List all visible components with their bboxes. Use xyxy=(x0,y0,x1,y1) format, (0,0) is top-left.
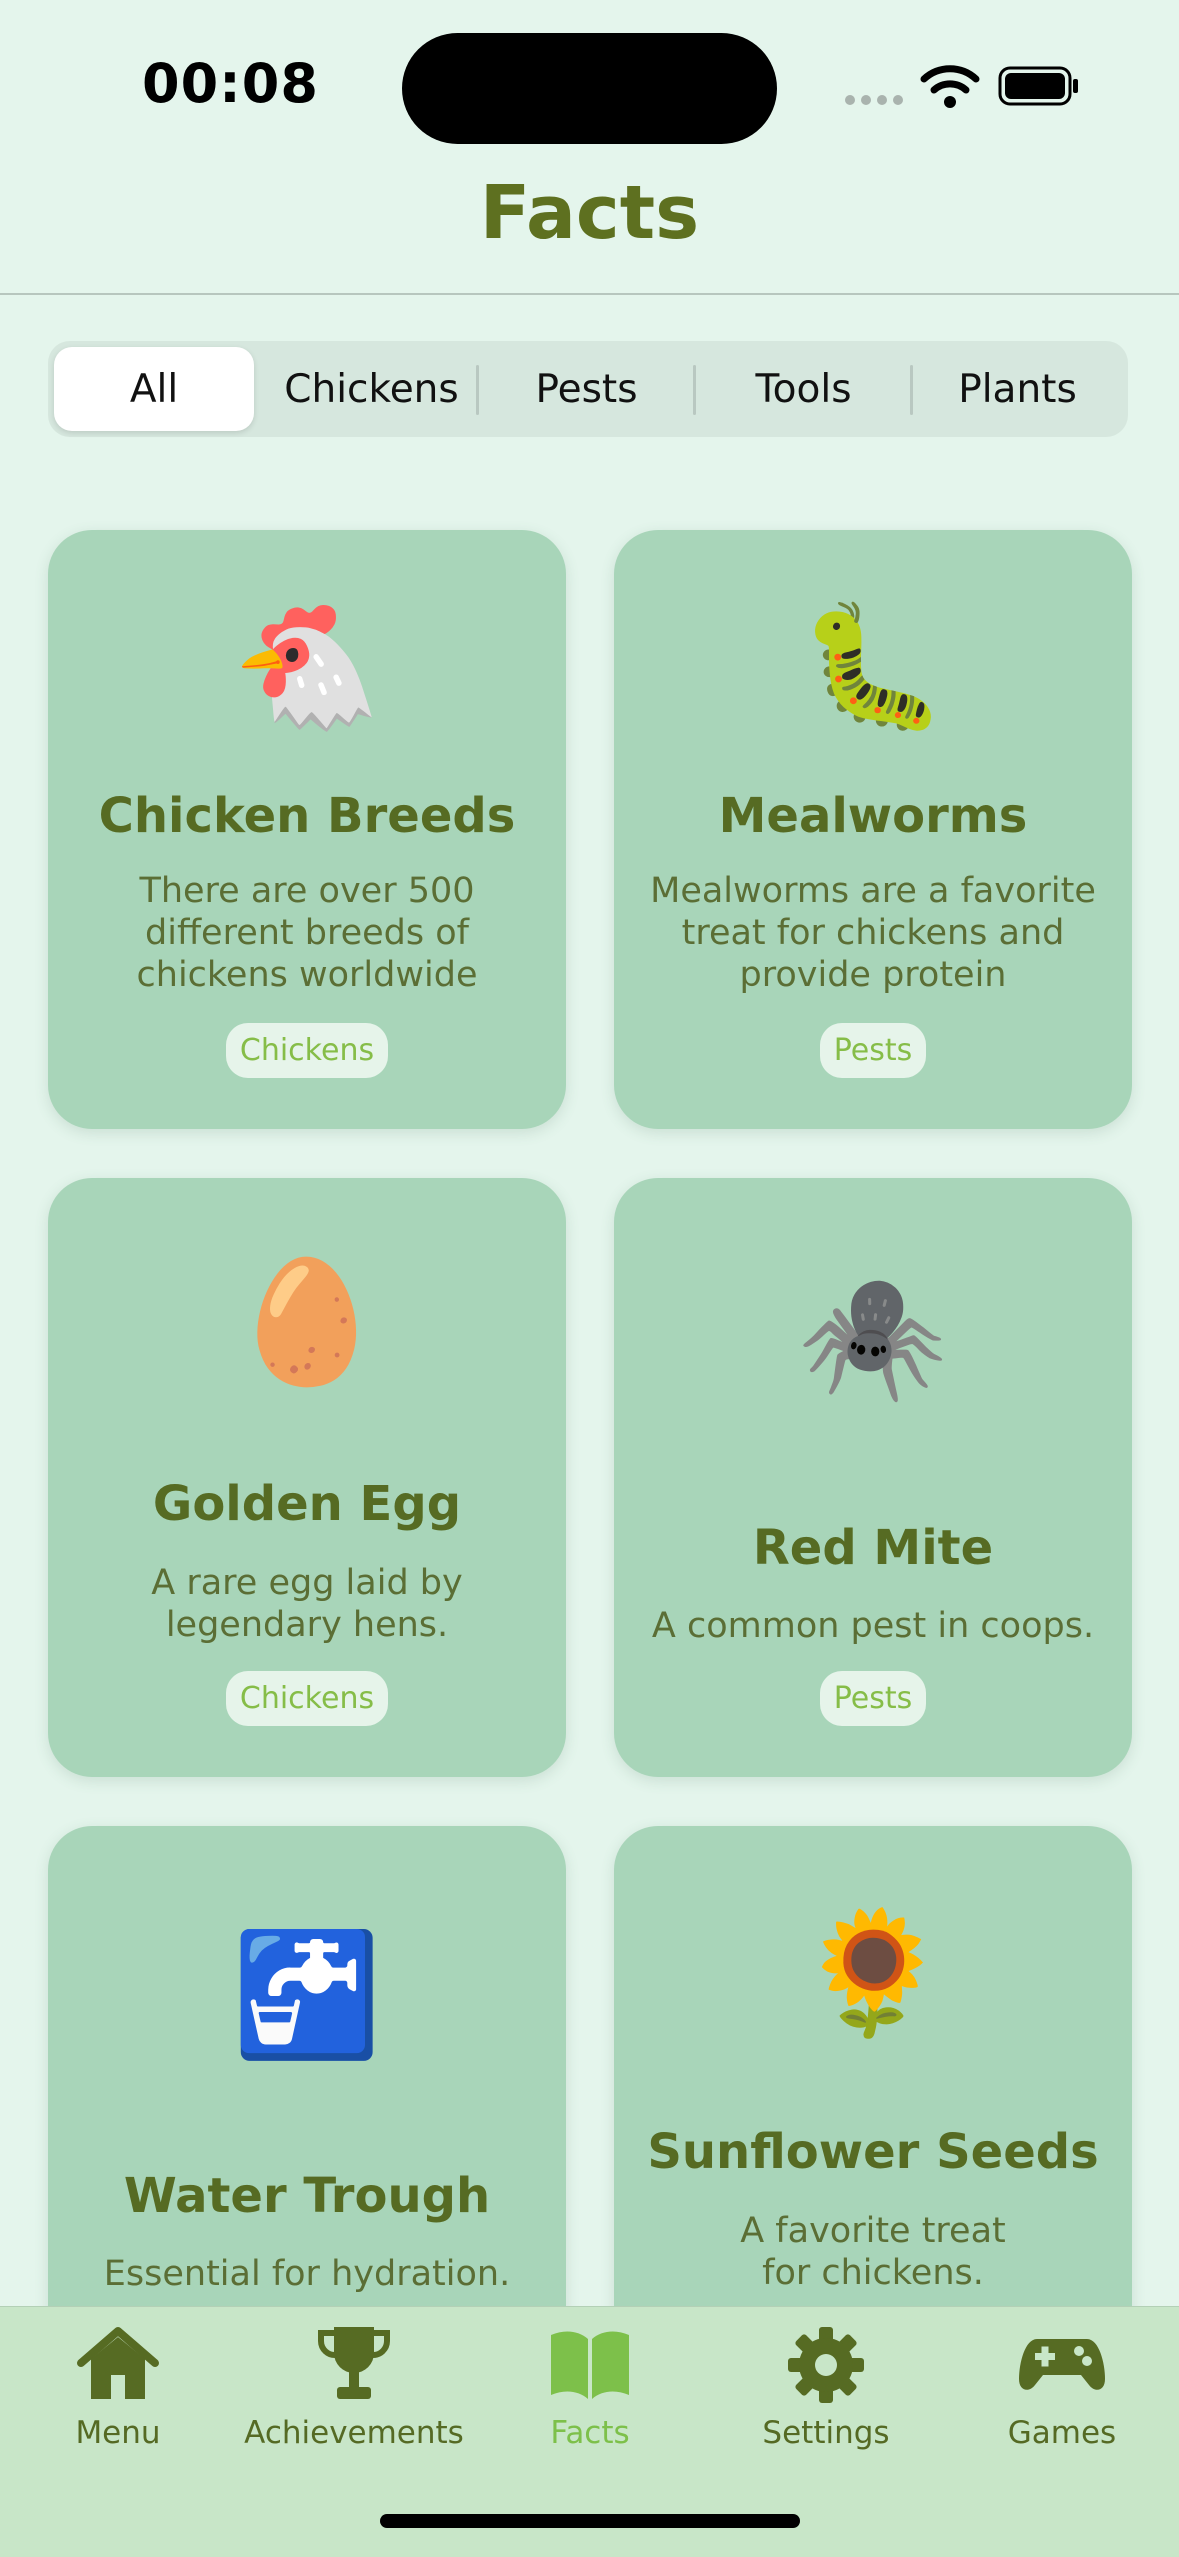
caterpillar-icon: 🐛 xyxy=(798,598,948,737)
fact-description: Mealworms are a favorite treat for chick… xyxy=(650,871,1096,995)
wifi-icon xyxy=(920,65,980,108)
fact-card-red-mite[interactable]: 🕷️ Red Mite A common pest in coops. Pest… xyxy=(614,1178,1132,1777)
segment-pests[interactable]: Pests xyxy=(479,347,694,431)
fact-description: A common pest in coops. xyxy=(651,1606,1095,1646)
fact-card-golden-egg[interactable]: 🥚 Golden Egg A rare egg laid by legendar… xyxy=(48,1178,566,1777)
home-indicator[interactable] xyxy=(380,2514,800,2528)
battery-icon xyxy=(998,66,1078,106)
tab-menu[interactable]: Menu xyxy=(0,2323,236,2473)
fact-description: A rare egg laid by legendary hens. xyxy=(151,1563,463,1645)
fact-title: Chicken Breeds xyxy=(98,788,516,844)
fact-title: Mealworms xyxy=(718,788,1028,844)
fact-description: There are over 500 different breeds of c… xyxy=(136,871,478,995)
fact-title: Golden Egg xyxy=(152,1476,462,1532)
category-filter: All Chickens Pests Tools Plants xyxy=(48,341,1128,437)
dynamic-island xyxy=(402,33,777,144)
category-badge: Pests xyxy=(819,1023,927,1078)
segment-plants[interactable]: Plants xyxy=(913,347,1122,431)
spider-icon: 🕷️ xyxy=(798,1268,948,1407)
category-badge: Chickens xyxy=(225,1023,389,1078)
tab-label: Menu xyxy=(75,2415,161,2451)
fact-card-chicken-breeds[interactable]: 🐔 Chicken Breeds There are over 500 diff… xyxy=(48,530,566,1129)
fact-description: Essential for hydration. xyxy=(103,2254,511,2294)
tab-facts[interactable]: Facts xyxy=(472,2323,708,2473)
tab-label: Settings xyxy=(762,2415,890,2451)
tab-label: Games xyxy=(1007,2415,1117,2451)
page-title: Facts xyxy=(479,170,700,256)
fact-title: Red Mite xyxy=(752,1520,994,1576)
gear-icon xyxy=(788,2327,864,2403)
egg-icon: 🥚 xyxy=(232,1253,382,1392)
tab-settings[interactable]: Settings xyxy=(708,2323,944,2473)
header-divider xyxy=(0,293,1179,295)
water-tap-icon: 🚰 xyxy=(232,1926,382,2065)
category-badge: Pests xyxy=(819,1671,927,1726)
tab-achievements[interactable]: Achievements xyxy=(236,2323,472,2473)
book-icon xyxy=(551,2331,629,2399)
tab-label: Achievements xyxy=(244,2415,464,2451)
fact-title: Water Trough xyxy=(123,2168,491,2224)
fact-title: Sunflower Seeds xyxy=(647,2124,1099,2180)
segment-tools[interactable]: Tools xyxy=(696,347,911,431)
status-bar: 00:08 xyxy=(0,0,1179,170)
chicken-icon: 🐔 xyxy=(232,598,382,737)
segment-all[interactable]: All xyxy=(54,347,254,431)
fact-card-water-trough[interactable]: 🚰 Water Trough Essential for hydration. xyxy=(48,1826,566,2386)
tab-games[interactable]: Games xyxy=(944,2323,1179,2473)
category-badge: Chickens xyxy=(225,1671,389,1726)
tab-label: Facts xyxy=(550,2415,630,2451)
trophy-icon xyxy=(317,2327,391,2399)
gamepad-icon xyxy=(1019,2339,1105,2390)
fact-card-sunflower-seeds[interactable]: 🌻 Sunflower Seeds A favorite treat for c… xyxy=(614,1826,1132,2386)
fact-description: A favorite treat for chickens. xyxy=(740,2211,1006,2293)
signal-dots-icon xyxy=(845,95,903,105)
segment-chickens[interactable]: Chickens xyxy=(264,347,479,431)
sunflower-icon: 🌻 xyxy=(798,1904,948,2043)
house-icon xyxy=(77,2327,159,2399)
fact-card-mealworms[interactable]: 🐛 Mealworms Mealworms are a favorite tre… xyxy=(614,530,1132,1129)
status-time: 00:08 xyxy=(142,52,319,115)
